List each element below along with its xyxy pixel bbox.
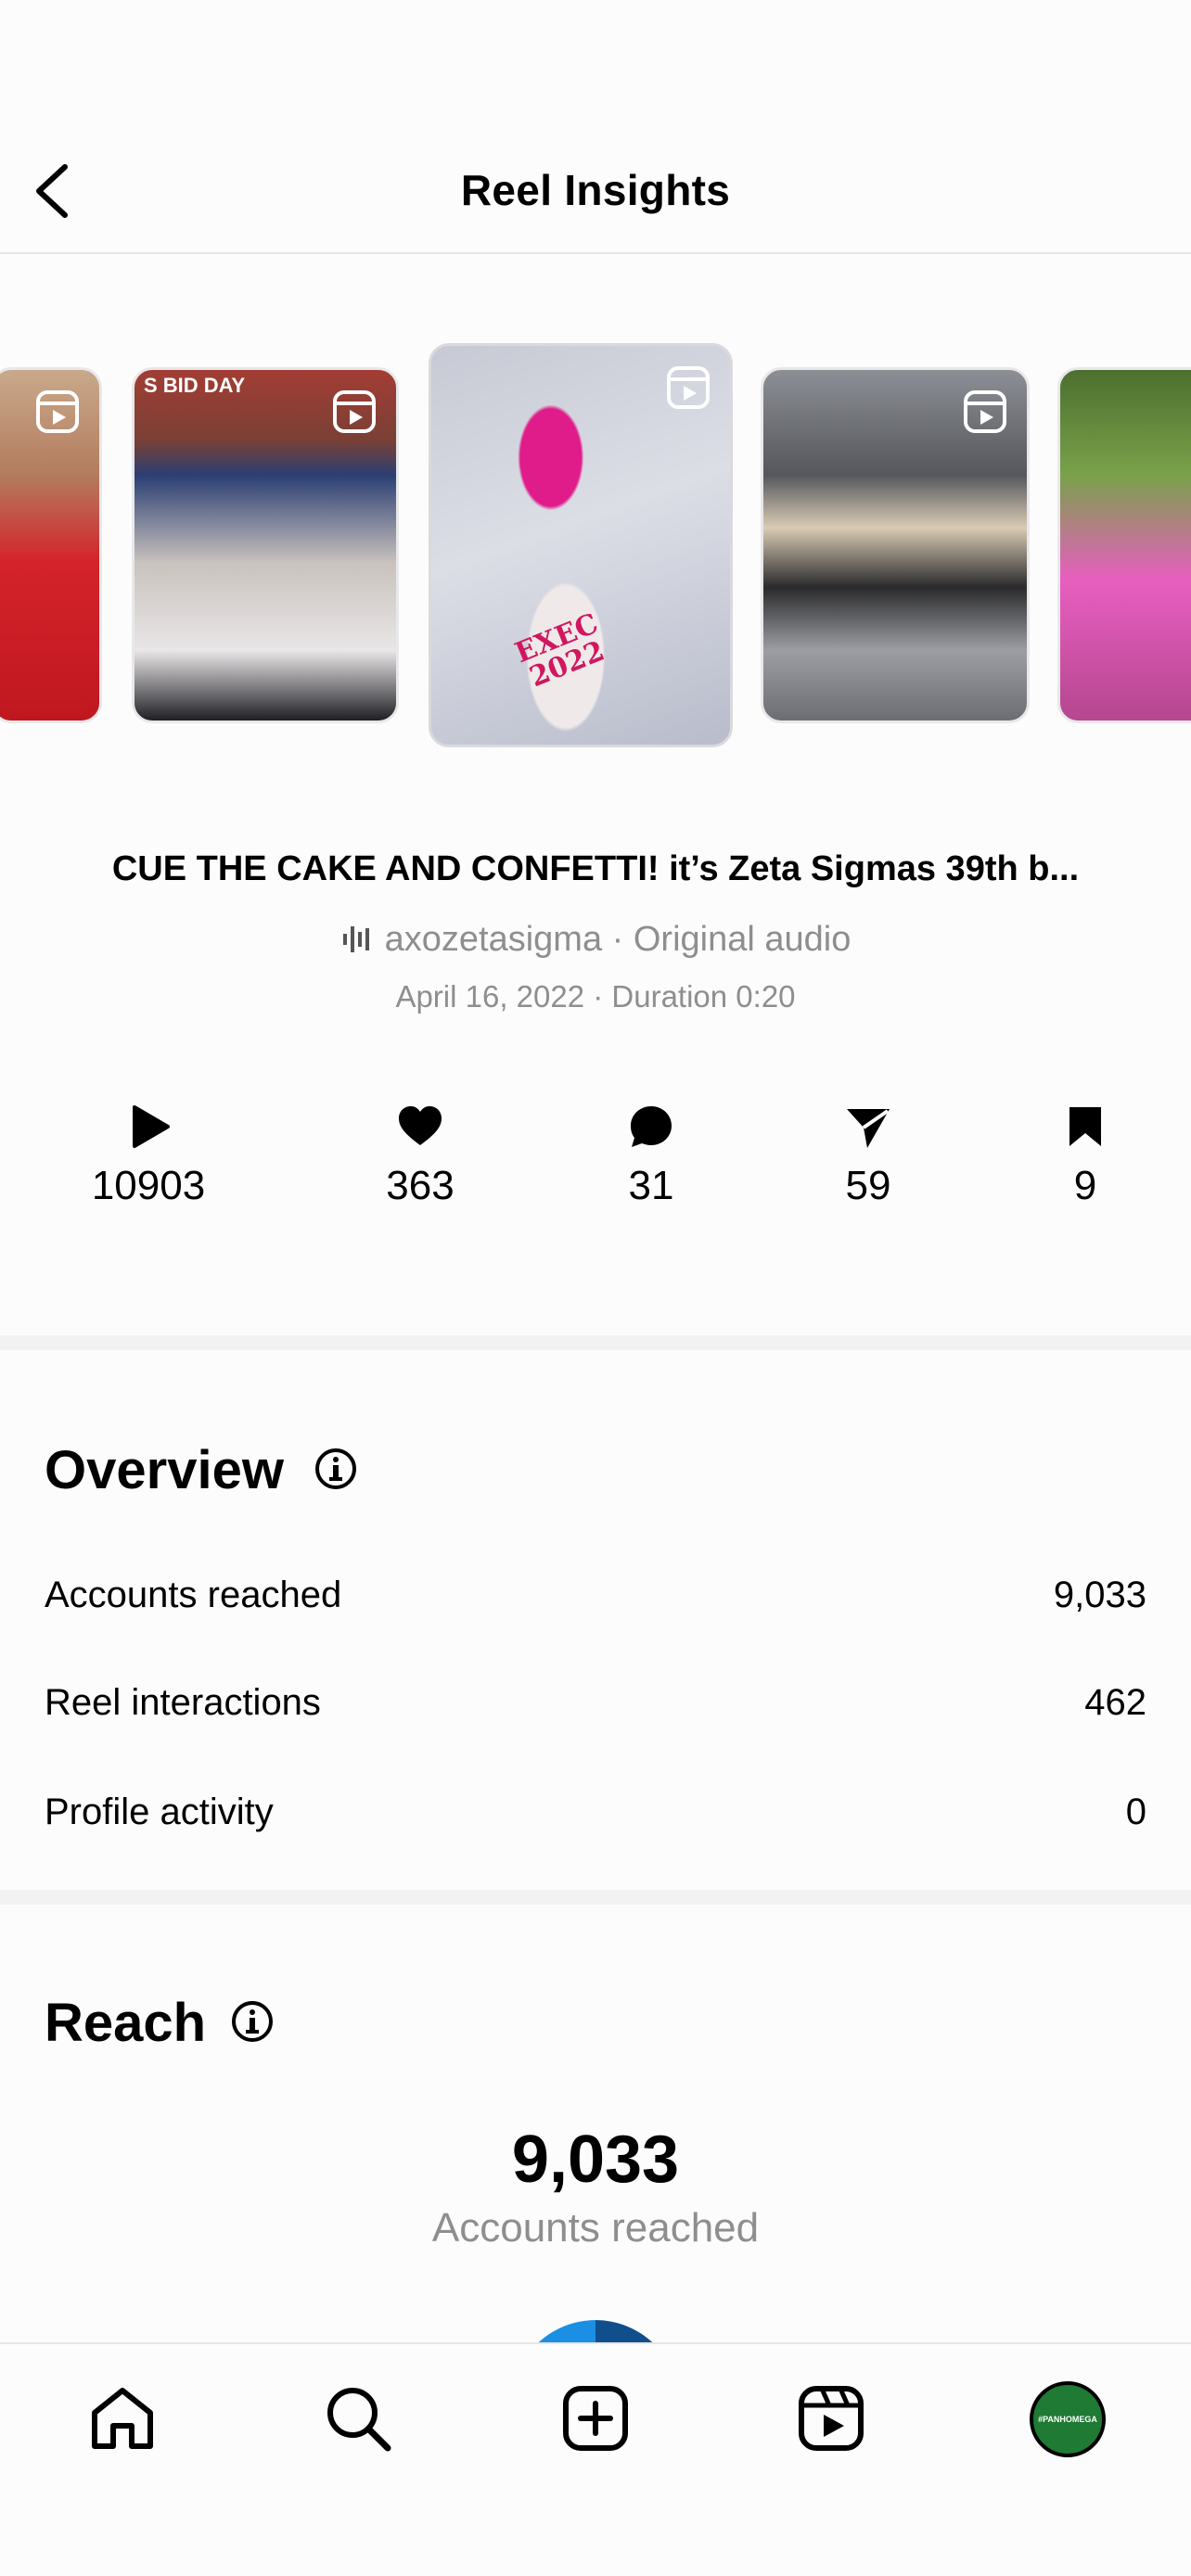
- tab-search[interactable]: [321, 2381, 395, 2455]
- audio-waveform-icon: [342, 926, 369, 952]
- stat-plays: 10903: [56, 1103, 241, 1209]
- reel-date-duration: April 16, 2022 · Duration 0:20: [395, 979, 796, 1014]
- saves-count: 9: [1073, 1163, 1097, 1208]
- cake-text: EXEC 2022: [510, 607, 609, 695]
- plays-count: 10903: [91, 1163, 206, 1208]
- reel-stats: 10903 363 31 59 9: [0, 1103, 1191, 1224]
- reach-value: 9,033: [511, 2123, 680, 2197]
- search-icon: [327, 2388, 391, 2452]
- avatar-text: #PANHOMEGA: [1038, 2415, 1097, 2424]
- comment-icon: [631, 1106, 672, 1147]
- section-divider: [0, 1890, 1191, 1905]
- comments-count: 31: [628, 1163, 674, 1208]
- row-value: 0: [1125, 1792, 1146, 1832]
- reach-title: Reach: [45, 1993, 207, 2053]
- reel-thumb-4[interactable]: [761, 367, 1030, 723]
- reel-carousel[interactable]: S BID DAY EXEC 2022: [0, 343, 1191, 751]
- play-icon: [133, 1105, 170, 1148]
- thumb-banner-text: S BID DAY: [144, 374, 246, 397]
- tab-reels[interactable]: [794, 2381, 868, 2455]
- reel-thumb-3-selected[interactable]: EXEC 2022: [429, 343, 733, 747]
- reels-icon: [964, 390, 1006, 433]
- row-value: 462: [1084, 1682, 1146, 1723]
- row-label: Accounts reached: [45, 1575, 342, 1615]
- heart-icon: [399, 1106, 442, 1145]
- reach-label: Accounts reached: [431, 2205, 760, 2251]
- shares-count: 59: [845, 1163, 891, 1208]
- row-value: 9,033: [1053, 1575, 1146, 1615]
- overview-row-profile-activity[interactable]: Profile activity 0: [45, 1792, 1146, 1847]
- page-title: Reel Insights: [460, 166, 731, 214]
- reel-caption: CUE THE CAKE AND CONFETTI! it’s Zeta Sig…: [111, 849, 1080, 888]
- reels-icon: [667, 366, 710, 409]
- info-icon[interactable]: [230, 1999, 275, 2044]
- tab-create[interactable]: [558, 2381, 633, 2455]
- header: Reel Insights: [0, 0, 1191, 254]
- audio-link[interactable]: axozetasigma · Original audio: [0, 920, 1191, 960]
- overview-title: Overview: [45, 1440, 284, 1500]
- likes-count: 363: [386, 1163, 455, 1208]
- reel-thumb-2[interactable]: S BID DAY: [132, 367, 399, 723]
- overview-row-accounts-reached[interactable]: Accounts reached 9,033: [45, 1575, 1146, 1630]
- reels-icon: [799, 2386, 864, 2451]
- reels-icon: [36, 390, 79, 433]
- overview-row-reel-interactions[interactable]: Reel interactions 462: [45, 1682, 1146, 1738]
- create-icon: [563, 2386, 628, 2451]
- tab-profile-avatar[interactable]: #PANHOMEGA: [1030, 2381, 1106, 2457]
- reel-thumb-5[interactable]: [1057, 367, 1191, 723]
- stat-shares: 59: [775, 1103, 961, 1209]
- home-icon: [92, 2388, 153, 2449]
- bookmark-icon: [1069, 1107, 1101, 1146]
- audio-label: axozetasigma · Original audio: [384, 920, 852, 959]
- section-divider: [0, 1335, 1191, 1350]
- send-icon: [847, 1109, 890, 1148]
- reels-icon: [333, 390, 376, 433]
- row-label: Reel interactions: [45, 1682, 321, 1723]
- reel-thumb-1[interactable]: [0, 367, 102, 723]
- bottom-tab-bar: #PANHOMEGA: [0, 2342, 1191, 2576]
- tab-home[interactable]: [85, 2381, 160, 2455]
- stat-saves: 9: [992, 1103, 1178, 1209]
- stat-comments: 31: [558, 1103, 744, 1209]
- info-icon[interactable]: [314, 1447, 358, 1491]
- row-label: Profile activity: [45, 1792, 274, 1832]
- stat-likes: 363: [327, 1103, 513, 1209]
